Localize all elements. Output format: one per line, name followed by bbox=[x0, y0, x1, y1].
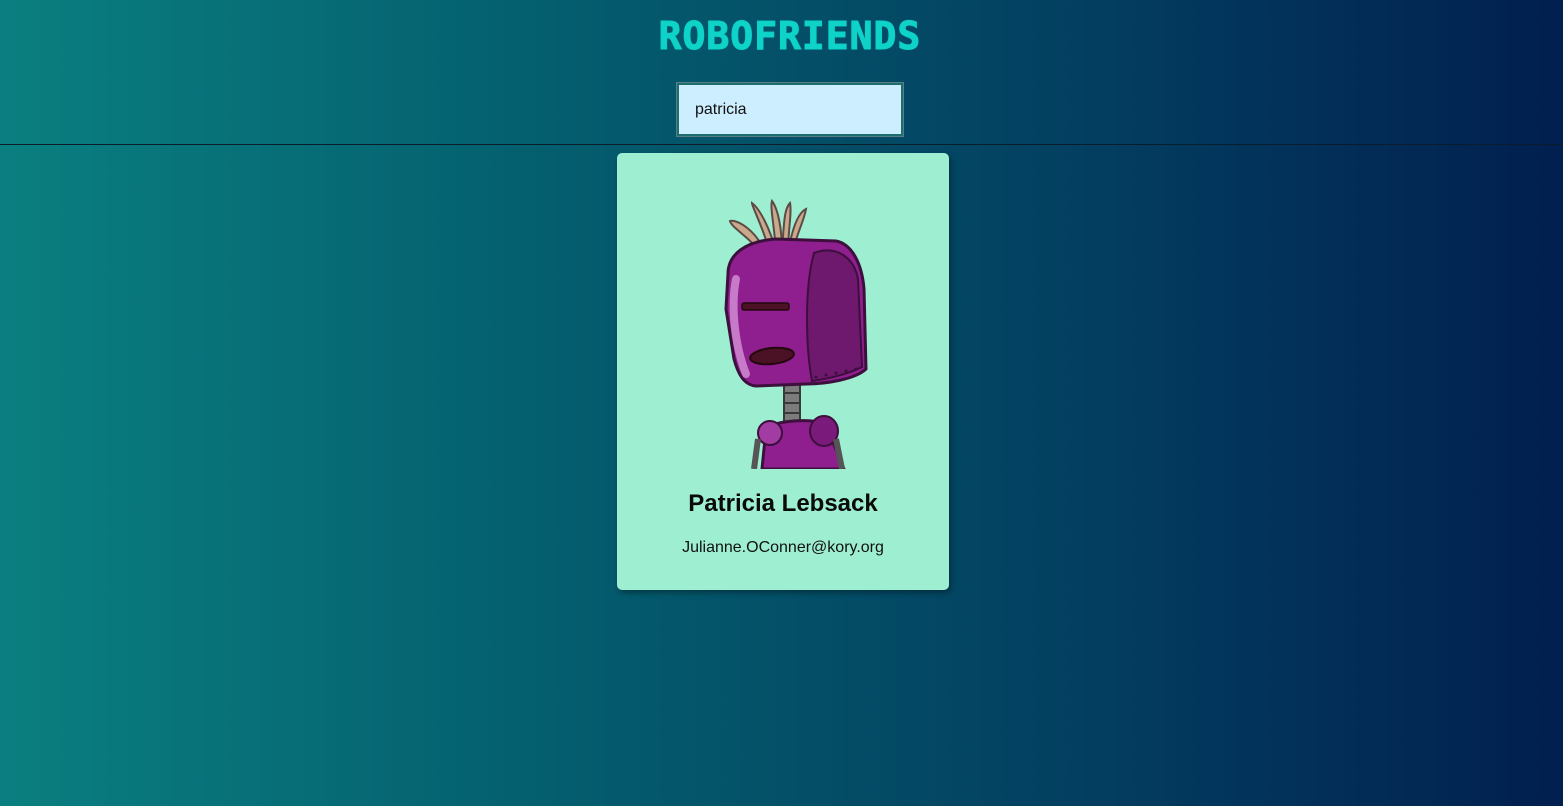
robot-email: Julianne.OConner@kory.org bbox=[682, 539, 884, 556]
search-input[interactable] bbox=[676, 82, 904, 137]
robot-name: Patricia Lebsack bbox=[688, 490, 878, 517]
app-title: ROBOFRIENDS bbox=[658, 14, 922, 59]
robot-avatar-icon bbox=[724, 198, 868, 469]
